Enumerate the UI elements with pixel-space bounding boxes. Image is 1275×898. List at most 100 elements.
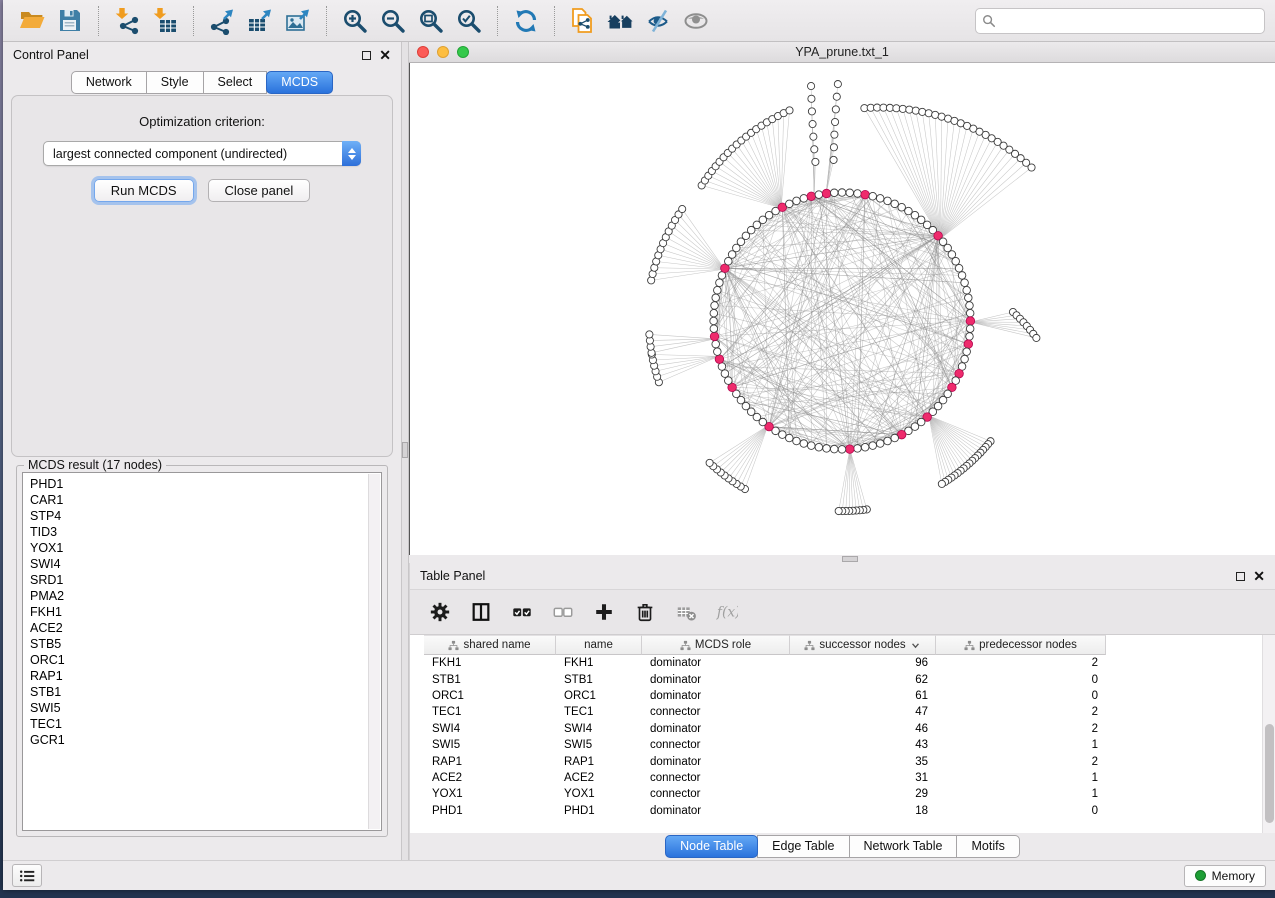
result-node-item[interactable]: TEC1 bbox=[23, 716, 381, 732]
result-node-item[interactable]: GCR1 bbox=[23, 732, 381, 748]
open-session-icon[interactable] bbox=[13, 4, 51, 38]
export-image-icon[interactable] bbox=[279, 4, 317, 38]
close-panel-icon[interactable]: ✕ bbox=[379, 50, 391, 60]
close-panel-icon[interactable]: ✕ bbox=[1253, 571, 1265, 581]
tab-style[interactable]: Style bbox=[146, 71, 204, 94]
result-node-item[interactable]: RAP1 bbox=[23, 668, 381, 684]
close-panel-button[interactable]: Close panel bbox=[208, 179, 311, 202]
result-node-item[interactable]: SWI5 bbox=[23, 700, 381, 716]
table-row[interactable]: SWI4SWI4dominator462 bbox=[410, 721, 1275, 737]
result-node-item[interactable]: TID3 bbox=[23, 524, 381, 540]
save-session-icon[interactable] bbox=[51, 4, 89, 38]
result-node-item[interactable]: PHD1 bbox=[23, 476, 381, 492]
table-row[interactable]: STB1STB1dominator620 bbox=[410, 671, 1275, 687]
cell-predecessor-nodes: 0 bbox=[936, 690, 1106, 702]
tab-select[interactable]: Select bbox=[203, 71, 268, 94]
optimization-criterion-dropdown[interactable]: largest connected component (undirected) bbox=[43, 141, 361, 166]
result-node-item[interactable]: ACE2 bbox=[23, 620, 381, 636]
result-node-item[interactable]: PMA2 bbox=[23, 588, 381, 604]
zoom-fit-icon[interactable] bbox=[412, 4, 450, 38]
result-node-item[interactable]: YOX1 bbox=[23, 540, 381, 556]
task-history-button[interactable] bbox=[12, 864, 42, 887]
horizontal-splitter[interactable] bbox=[409, 555, 1275, 563]
result-node-item[interactable]: STB1 bbox=[23, 684, 381, 700]
table-row[interactable]: YOX1YOX1connector291 bbox=[410, 786, 1275, 802]
toolbar-separator bbox=[497, 6, 498, 36]
tab-network-table[interactable]: Network Table bbox=[849, 835, 958, 858]
run-mcds-button[interactable]: Run MCDS bbox=[94, 179, 194, 202]
result-node-item[interactable]: CAR1 bbox=[23, 492, 381, 508]
splitter-grip[interactable] bbox=[402, 442, 408, 458]
tab-motifs[interactable]: Motifs bbox=[956, 835, 1019, 858]
sort-chevron-icon bbox=[910, 640, 921, 651]
table-scrollbar-thumb[interactable] bbox=[1265, 724, 1274, 823]
clone-network-icon[interactable] bbox=[564, 4, 602, 38]
delete-column-icon[interactable] bbox=[633, 600, 657, 624]
result-node-item[interactable]: FKH1 bbox=[23, 604, 381, 620]
houses-icon[interactable] bbox=[602, 4, 640, 38]
import-table-icon[interactable] bbox=[146, 4, 184, 38]
show-graphics-details-icon[interactable] bbox=[678, 4, 716, 38]
cell-predecessor-nodes: 1 bbox=[936, 772, 1106, 784]
cell-shared-name: TEC1 bbox=[424, 706, 556, 718]
search-input[interactable] bbox=[1000, 11, 1258, 31]
vertical-splitter[interactable] bbox=[401, 42, 409, 860]
cell-name: FKH1 bbox=[556, 657, 642, 669]
table-row[interactable]: ORC1ORC1dominator610 bbox=[410, 688, 1275, 704]
app-window: Control Panel ✕ NetworkStyleSelectMCDS O… bbox=[3, 0, 1275, 890]
import-network-icon[interactable] bbox=[108, 4, 146, 38]
float-panel-icon[interactable] bbox=[1236, 572, 1245, 581]
result-list-scrollbar[interactable] bbox=[368, 474, 380, 829]
table-row[interactable]: ACE2ACE2connector311 bbox=[410, 770, 1275, 786]
hide-graphics-details-icon[interactable] bbox=[640, 4, 678, 38]
column-header-shared-name[interactable]: shared name bbox=[424, 635, 556, 655]
tab-edge-table[interactable]: Edge Table bbox=[757, 835, 849, 858]
zoom-out-icon[interactable] bbox=[374, 4, 412, 38]
result-node-item[interactable]: SWI4 bbox=[23, 556, 381, 572]
cell-MCDS-role: dominator bbox=[642, 805, 790, 817]
tab-mcds[interactable]: MCDS bbox=[266, 71, 333, 94]
toolbar-icon-groups bbox=[13, 0, 716, 41]
table-row[interactable]: FKH1FKH1dominator962 bbox=[410, 655, 1275, 671]
table-row[interactable]: PHD1PHD1dominator180 bbox=[410, 803, 1275, 819]
column-header-successor-nodes[interactable]: successor nodes bbox=[790, 635, 936, 655]
table-scrollbar[interactable] bbox=[1262, 635, 1275, 833]
table-row[interactable]: RAP1RAP1dominator352 bbox=[410, 753, 1275, 769]
zoom-selected-icon[interactable] bbox=[450, 4, 488, 38]
mcds-result-list: PHD1CAR1STP4TID3YOX1SWI4SRD1PMA2FKH1ACE2… bbox=[22, 472, 382, 831]
column-header-name[interactable]: name bbox=[556, 635, 642, 655]
column-header-predecessor-nodes[interactable]: predecessor nodes bbox=[936, 635, 1106, 655]
table-body: FKH1FKH1dominator962STB1STB1dominator620… bbox=[410, 655, 1275, 819]
tab-node-table[interactable]: Node Table bbox=[665, 835, 758, 858]
tab-network[interactable]: Network bbox=[71, 71, 147, 94]
network-canvas[interactable] bbox=[409, 63, 1275, 555]
network-graph[interactable] bbox=[410, 63, 1275, 555]
export-network-icon[interactable] bbox=[203, 4, 241, 38]
refresh-view-icon[interactable] bbox=[507, 4, 545, 38]
control-panel-tabs: NetworkStyleSelectMCDS bbox=[3, 68, 401, 94]
result-node-item[interactable]: ORC1 bbox=[23, 652, 381, 668]
cell-MCDS-role: connector bbox=[642, 739, 790, 751]
select-all-columns-icon[interactable] bbox=[510, 600, 534, 624]
memory-status-icon bbox=[1195, 870, 1206, 881]
result-node-item[interactable]: STB5 bbox=[23, 636, 381, 652]
task-list-icon bbox=[19, 869, 35, 883]
export-table-icon[interactable] bbox=[241, 4, 279, 38]
zoom-in-icon[interactable] bbox=[336, 4, 374, 38]
column-selector-icon[interactable] bbox=[469, 600, 493, 624]
column-header-MCDS-role[interactable]: MCDS role bbox=[642, 635, 790, 655]
table-row[interactable]: SWI5SWI5connector431 bbox=[410, 737, 1275, 753]
result-node-item[interactable]: STP4 bbox=[23, 508, 381, 524]
add-column-icon[interactable] bbox=[592, 600, 616, 624]
cell-successor-nodes: 35 bbox=[790, 756, 936, 768]
float-panel-icon[interactable] bbox=[362, 51, 371, 60]
settings-gear-icon[interactable] bbox=[428, 600, 452, 624]
right-column: YPA_prune.txt_1 Table bbox=[409, 42, 1275, 860]
splitter-grip[interactable] bbox=[842, 556, 858, 562]
cell-successor-nodes: 43 bbox=[790, 739, 936, 751]
table-row[interactable]: TEC1TEC1connector472 bbox=[410, 704, 1275, 720]
memory-button[interactable]: Memory bbox=[1184, 865, 1266, 887]
unselect-all-columns-icon[interactable] bbox=[551, 600, 575, 624]
table-toolbar: f(x) bbox=[410, 589, 1275, 635]
result-node-item[interactable]: SRD1 bbox=[23, 572, 381, 588]
